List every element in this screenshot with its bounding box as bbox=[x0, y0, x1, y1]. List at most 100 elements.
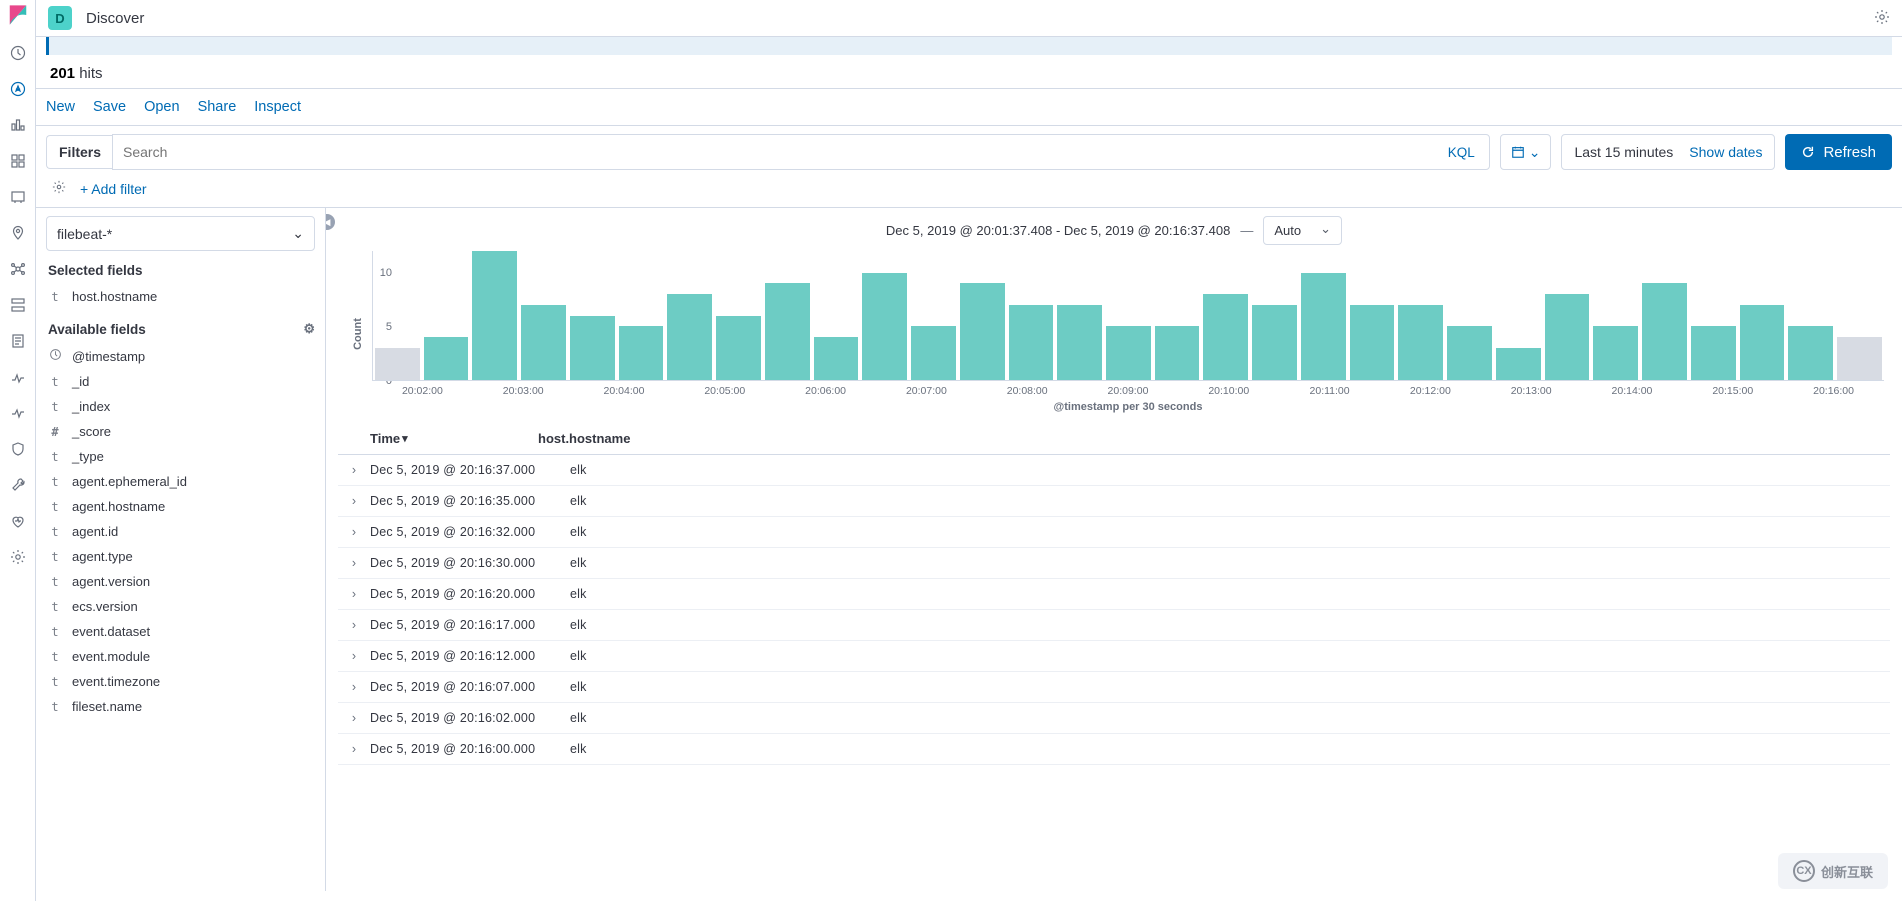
field-item[interactable]: tagent.ephemeral_id bbox=[46, 469, 315, 494]
table-row[interactable]: ›Dec 5, 2019 @ 20:16:12.000elk bbox=[338, 641, 1890, 672]
histogram-bar[interactable] bbox=[424, 337, 469, 380]
field-item[interactable]: tevent.module bbox=[46, 644, 315, 669]
header-gear-icon[interactable] bbox=[1874, 9, 1890, 28]
toolbar-new[interactable]: New bbox=[46, 99, 75, 115]
histogram-bar[interactable] bbox=[960, 283, 1005, 380]
histogram-bar[interactable] bbox=[1301, 273, 1346, 381]
histogram-bar[interactable] bbox=[375, 348, 420, 380]
kibana-logo-icon[interactable] bbox=[7, 4, 29, 26]
index-pattern-select[interactable]: filebeat-*⌄ bbox=[46, 216, 315, 251]
histogram-bar[interactable] bbox=[1203, 294, 1248, 380]
table-row[interactable]: ›Dec 5, 2019 @ 20:16:37.000elk bbox=[338, 455, 1890, 486]
field-item[interactable]: tevent.dataset bbox=[46, 619, 315, 644]
histogram-bar[interactable] bbox=[1398, 305, 1443, 380]
expand-row-icon[interactable]: › bbox=[338, 494, 370, 508]
ml-icon[interactable] bbox=[9, 260, 27, 278]
col-host[interactable]: host.hostname bbox=[538, 431, 630, 446]
expand-row-icon[interactable]: › bbox=[338, 463, 370, 477]
table-row[interactable]: ›Dec 5, 2019 @ 20:16:35.000elk bbox=[338, 486, 1890, 517]
histogram-bar[interactable] bbox=[472, 251, 517, 380]
date-range[interactable]: Last 15 minutes Show dates bbox=[1561, 134, 1775, 170]
field-item[interactable]: tagent.type bbox=[46, 544, 315, 569]
toolbar-inspect[interactable]: Inspect bbox=[254, 99, 301, 115]
field-item[interactable]: tagent.id bbox=[46, 519, 315, 544]
filter-settings-icon[interactable] bbox=[52, 180, 66, 197]
management-icon[interactable] bbox=[9, 548, 27, 566]
histogram-bar[interactable] bbox=[1691, 326, 1736, 380]
maps-icon[interactable] bbox=[9, 224, 27, 242]
col-time[interactable]: Time▾ bbox=[370, 431, 538, 446]
expand-row-icon[interactable]: › bbox=[338, 525, 370, 539]
expand-row-icon[interactable]: › bbox=[338, 680, 370, 694]
histogram-bar[interactable] bbox=[1496, 348, 1541, 380]
histogram-bar[interactable] bbox=[521, 305, 566, 380]
histogram-bar[interactable] bbox=[1106, 326, 1151, 380]
table-row[interactable]: ›Dec 5, 2019 @ 20:16:30.000elk bbox=[338, 548, 1890, 579]
histogram-bar[interactable] bbox=[765, 283, 810, 380]
field-item[interactable]: t_type bbox=[46, 444, 315, 469]
expand-row-icon[interactable]: › bbox=[338, 556, 370, 570]
fields-settings-icon[interactable]: ⚙ bbox=[303, 321, 315, 337]
histogram-bar[interactable] bbox=[1009, 305, 1054, 380]
interval-select[interactable]: Auto bbox=[1263, 216, 1342, 245]
histogram-bar[interactable] bbox=[1593, 326, 1638, 380]
table-row[interactable]: ›Dec 5, 2019 @ 20:16:32.000elk bbox=[338, 517, 1890, 548]
field-item[interactable]: #_score bbox=[46, 419, 315, 444]
expand-row-icon[interactable]: › bbox=[338, 649, 370, 663]
histogram-bar[interactable] bbox=[814, 337, 859, 380]
infra-icon[interactable] bbox=[9, 296, 27, 314]
table-row[interactable]: ›Dec 5, 2019 @ 20:16:07.000elk bbox=[338, 672, 1890, 703]
field-item[interactable]: tecs.version bbox=[46, 594, 315, 619]
histogram-bar[interactable] bbox=[862, 273, 907, 381]
histogram-bar[interactable] bbox=[667, 294, 712, 380]
monitoring-icon[interactable] bbox=[9, 512, 27, 530]
apm-icon[interactable] bbox=[9, 368, 27, 386]
search-input[interactable] bbox=[113, 144, 1434, 160]
expand-row-icon[interactable]: › bbox=[338, 742, 370, 756]
histogram-bar[interactable] bbox=[716, 316, 761, 381]
table-row[interactable]: ›Dec 5, 2019 @ 20:16:02.000elk bbox=[338, 703, 1890, 734]
field-item[interactable]: tagent.hostname bbox=[46, 494, 315, 519]
expand-row-icon[interactable]: › bbox=[338, 711, 370, 725]
expand-row-icon[interactable]: › bbox=[338, 618, 370, 632]
toolbar-open[interactable]: Open bbox=[144, 99, 179, 115]
histogram-bar[interactable] bbox=[1057, 305, 1102, 380]
histogram-bar[interactable] bbox=[1350, 305, 1395, 380]
dashboard-icon[interactable] bbox=[9, 152, 27, 170]
field-item[interactable]: tfileset.name bbox=[46, 694, 315, 719]
recent-icon[interactable] bbox=[9, 44, 27, 62]
histogram-bar[interactable] bbox=[1837, 337, 1882, 380]
uptime-icon[interactable] bbox=[9, 404, 27, 422]
toolbar-share[interactable]: Share bbox=[198, 99, 237, 115]
histogram-bar[interactable] bbox=[570, 316, 615, 381]
field-item[interactable]: tagent.version bbox=[46, 569, 315, 594]
field-item[interactable]: tevent.timezone bbox=[46, 669, 315, 694]
histogram-bar[interactable] bbox=[1447, 326, 1492, 380]
histogram-chart[interactable]: Count 0510 20:02:0020:03:0020:04:0020:05… bbox=[372, 251, 1884, 411]
histogram-bar[interactable] bbox=[911, 326, 956, 380]
field-item[interactable]: t_index bbox=[46, 394, 315, 419]
field-item[interactable]: t_id bbox=[46, 369, 315, 394]
logs-icon[interactable] bbox=[9, 332, 27, 350]
date-quick-button[interactable]: ⌄ bbox=[1500, 134, 1552, 170]
refresh-button[interactable]: Refresh bbox=[1785, 134, 1892, 170]
table-row[interactable]: ›Dec 5, 2019 @ 20:16:17.000elk bbox=[338, 610, 1890, 641]
collapse-sidebar-icon[interactable]: ◀ bbox=[326, 214, 335, 230]
histogram-bar[interactable] bbox=[1155, 326, 1200, 380]
histogram-bar[interactable] bbox=[1642, 283, 1687, 380]
histogram-bar[interactable] bbox=[1740, 305, 1785, 380]
devtools-icon[interactable] bbox=[9, 476, 27, 494]
toolbar-save[interactable]: Save bbox=[93, 99, 126, 115]
add-filter-button[interactable]: + Add filter bbox=[80, 181, 147, 197]
histogram-bar[interactable] bbox=[619, 326, 664, 380]
discover-icon[interactable] bbox=[9, 80, 27, 98]
table-row[interactable]: ›Dec 5, 2019 @ 20:16:00.000elk bbox=[338, 734, 1890, 765]
table-row[interactable]: ›Dec 5, 2019 @ 20:16:20.000elk bbox=[338, 579, 1890, 610]
show-dates-link[interactable]: Show dates bbox=[1689, 144, 1762, 160]
histogram-bar[interactable] bbox=[1252, 305, 1297, 380]
canvas-icon[interactable] bbox=[9, 188, 27, 206]
kql-toggle[interactable]: KQL bbox=[1434, 145, 1489, 160]
field-item[interactable]: thost.hostname bbox=[46, 284, 315, 309]
field-item[interactable]: @timestamp bbox=[46, 343, 315, 369]
visualize-icon[interactable] bbox=[9, 116, 27, 134]
